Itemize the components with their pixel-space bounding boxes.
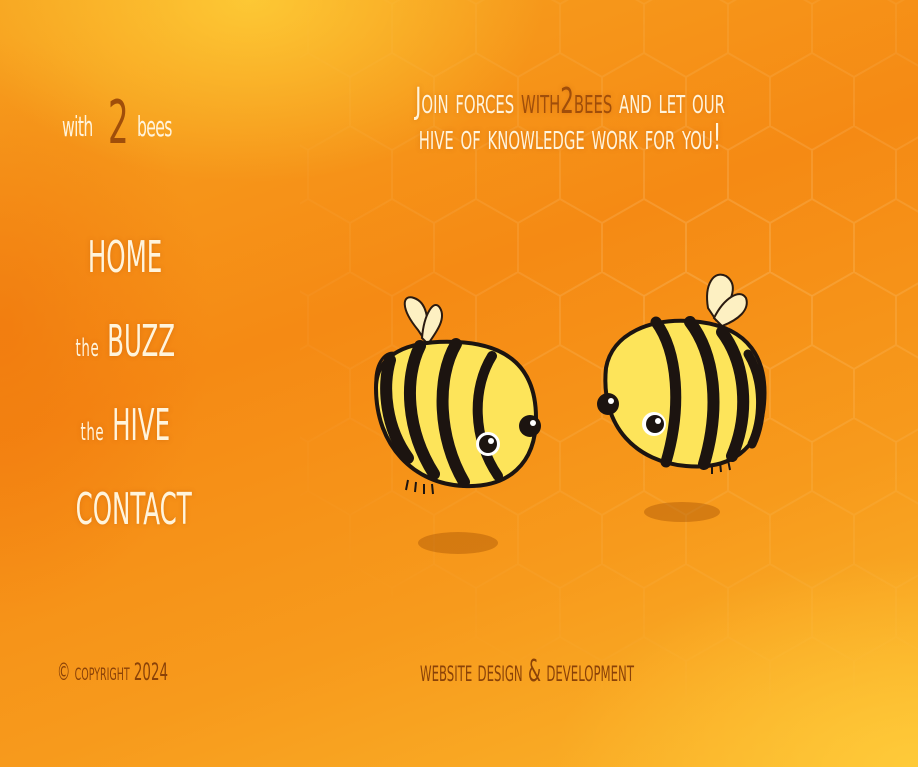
nav-buzz-prefix: the xyxy=(75,334,100,362)
bee-left-icon xyxy=(373,296,541,495)
headline-end: and let our xyxy=(612,81,725,122)
page-headline: Join forces with2bees and let our hive o… xyxy=(290,84,850,156)
headline-start: Join forces xyxy=(415,81,522,122)
logo-text-prefix: with xyxy=(62,110,93,143)
nav-home-label: HOME xyxy=(87,232,163,283)
nav-the-hive[interactable]: the HIVE xyxy=(40,396,210,480)
headline-line-2: hive of knowledge work for you! xyxy=(418,117,722,158)
nav-the-buzz[interactable]: the BUZZ xyxy=(40,312,210,396)
nav-contact-label: CONTACT xyxy=(75,484,192,535)
nav-contact[interactable]: CONTACT xyxy=(40,480,210,564)
headline-line-1: Join forces with2bees and let our xyxy=(385,84,755,120)
bee-right-icon xyxy=(597,273,767,474)
main-nav: HOME the BUZZ the HIVE CONTACT xyxy=(40,228,210,564)
nav-home[interactable]: HOME xyxy=(40,228,210,312)
headline-brand: with2bees xyxy=(521,81,613,122)
footer-tagline: website design & development xyxy=(420,654,634,689)
copyright-text: © copyright 2024 xyxy=(57,658,168,686)
logo-number: 2 xyxy=(108,88,129,158)
bees-illustration xyxy=(373,273,767,554)
site-logo[interactable]: with 2 bees xyxy=(60,88,188,170)
nav-hive-label: HIVE xyxy=(111,400,170,451)
bee-left-shadow xyxy=(418,532,498,554)
bee-right-shadow xyxy=(644,502,720,522)
nav-buzz-label: BUZZ xyxy=(106,316,175,367)
logo-text-suffix: bees xyxy=(137,110,172,143)
nav-hive-prefix: the xyxy=(80,418,105,446)
